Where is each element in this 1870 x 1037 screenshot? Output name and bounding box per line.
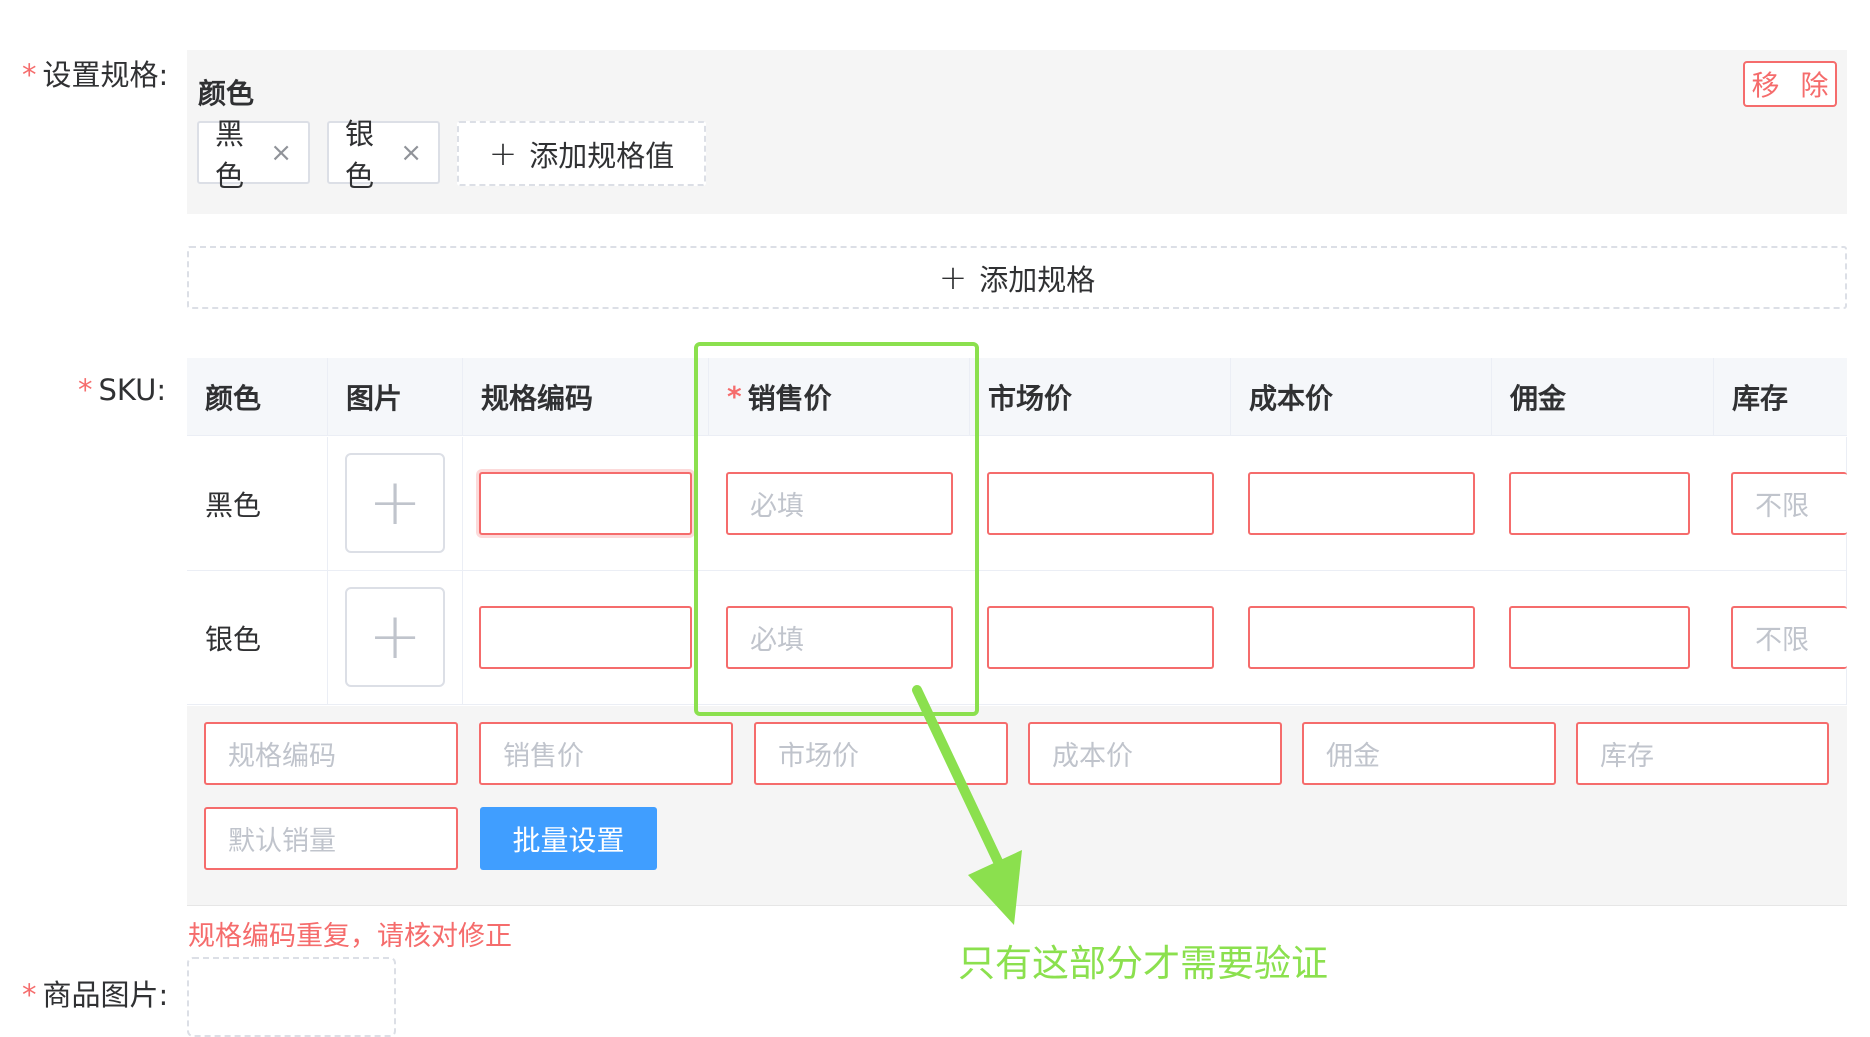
product-images-form-label: * 商品图片: <box>22 972 168 1014</box>
table-header-stock: 库存 <box>1714 358 1847 436</box>
add-spec-value-label: 添加规格值 <box>529 138 675 173</box>
sale-price-input[interactable]: 必填 <box>726 606 953 669</box>
batch-stock-input[interactable]: 库存 <box>1576 722 1829 785</box>
error-message: 规格编码重复，请核对修正 <box>188 921 512 952</box>
sku-form-label: * SKU: <box>78 373 166 407</box>
spec-code-input[interactable] <box>479 606 692 669</box>
table-header-spec-code: 规格编码 <box>463 358 709 436</box>
batch-set-button[interactable]: 批量设置 <box>480 807 657 870</box>
annotation-text: 只有这部分才需要验证 <box>958 942 1328 985</box>
spec-value-tag-silver: 银色 × <box>327 117 440 193</box>
batch-default-sales-input[interactable]: 默认销量 <box>204 807 458 870</box>
annotation-arrow-icon <box>912 685 1022 925</box>
spec-code-input[interactable] <box>479 472 692 535</box>
add-spec-value-button[interactable]: + 添加规格值 <box>457 121 706 186</box>
table-row-color: 黑色 <box>187 437 328 571</box>
required-mark: * <box>22 978 37 1012</box>
plus-icon: + <box>938 257 968 298</box>
market-price-input[interactable] <box>987 472 1214 535</box>
batch-commission-input[interactable]: 佣金 <box>1302 722 1556 785</box>
required-mark: * <box>22 58 37 92</box>
sale-price-header-label: 销售价 <box>747 381 832 415</box>
image-upload-button[interactable]: + <box>345 587 445 687</box>
add-spec-label: 添加规格 <box>979 262 1096 297</box>
batch-cost-price-input[interactable]: 成本价 <box>1028 722 1282 785</box>
spec-label-text: 设置规格: <box>42 58 169 92</box>
product-image-upload[interactable] <box>187 957 396 1037</box>
spec-value-label: 银色 <box>345 116 375 193</box>
image-upload-button[interactable]: + <box>345 453 445 553</box>
required-mark: * <box>78 373 93 407</box>
table-header-image: 图片 <box>328 358 463 436</box>
close-icon[interactable]: × <box>270 138 292 168</box>
plus-icon: + <box>488 133 518 174</box>
batch-sale-price-input[interactable]: 销售价 <box>479 722 733 785</box>
table-header-sale-price: * 销售价 <box>709 358 970 436</box>
table-header-color: 颜色 <box>187 358 328 436</box>
cost-price-input[interactable] <box>1248 606 1475 669</box>
remove-spec-button[interactable]: 移 除 <box>1743 61 1837 107</box>
commission-input[interactable] <box>1509 472 1690 535</box>
table-header-market-price: 市场价 <box>970 358 1231 436</box>
product-images-label-text: 商品图片: <box>42 978 169 1012</box>
stock-input[interactable]: 不限 <box>1731 472 1847 535</box>
batch-spec-code-input[interactable]: 规格编码 <box>204 722 458 785</box>
commission-input[interactable] <box>1509 606 1690 669</box>
required-mark: * <box>727 380 742 413</box>
market-price-input[interactable] <box>987 606 1214 669</box>
close-icon[interactable]: × <box>400 138 422 168</box>
stock-input[interactable]: 不限 <box>1731 606 1847 669</box>
spec-value-tag-black: 黑色 × <box>197 117 310 193</box>
spec-form-label: * 设置规格: <box>22 52 168 94</box>
table-header-commission: 佣金 <box>1492 358 1714 436</box>
sku-label-text: SKU: <box>98 373 167 407</box>
sale-price-input[interactable]: 必填 <box>726 472 953 535</box>
cost-price-input[interactable] <box>1248 472 1475 535</box>
add-spec-button[interactable]: + 添加规格 <box>187 246 1847 309</box>
table-row-color: 银色 <box>187 571 328 705</box>
spec-name: 颜色 <box>198 77 255 110</box>
spec-value-label: 黑色 <box>215 116 245 193</box>
table-header-cost-price: 成本价 <box>1231 358 1492 436</box>
